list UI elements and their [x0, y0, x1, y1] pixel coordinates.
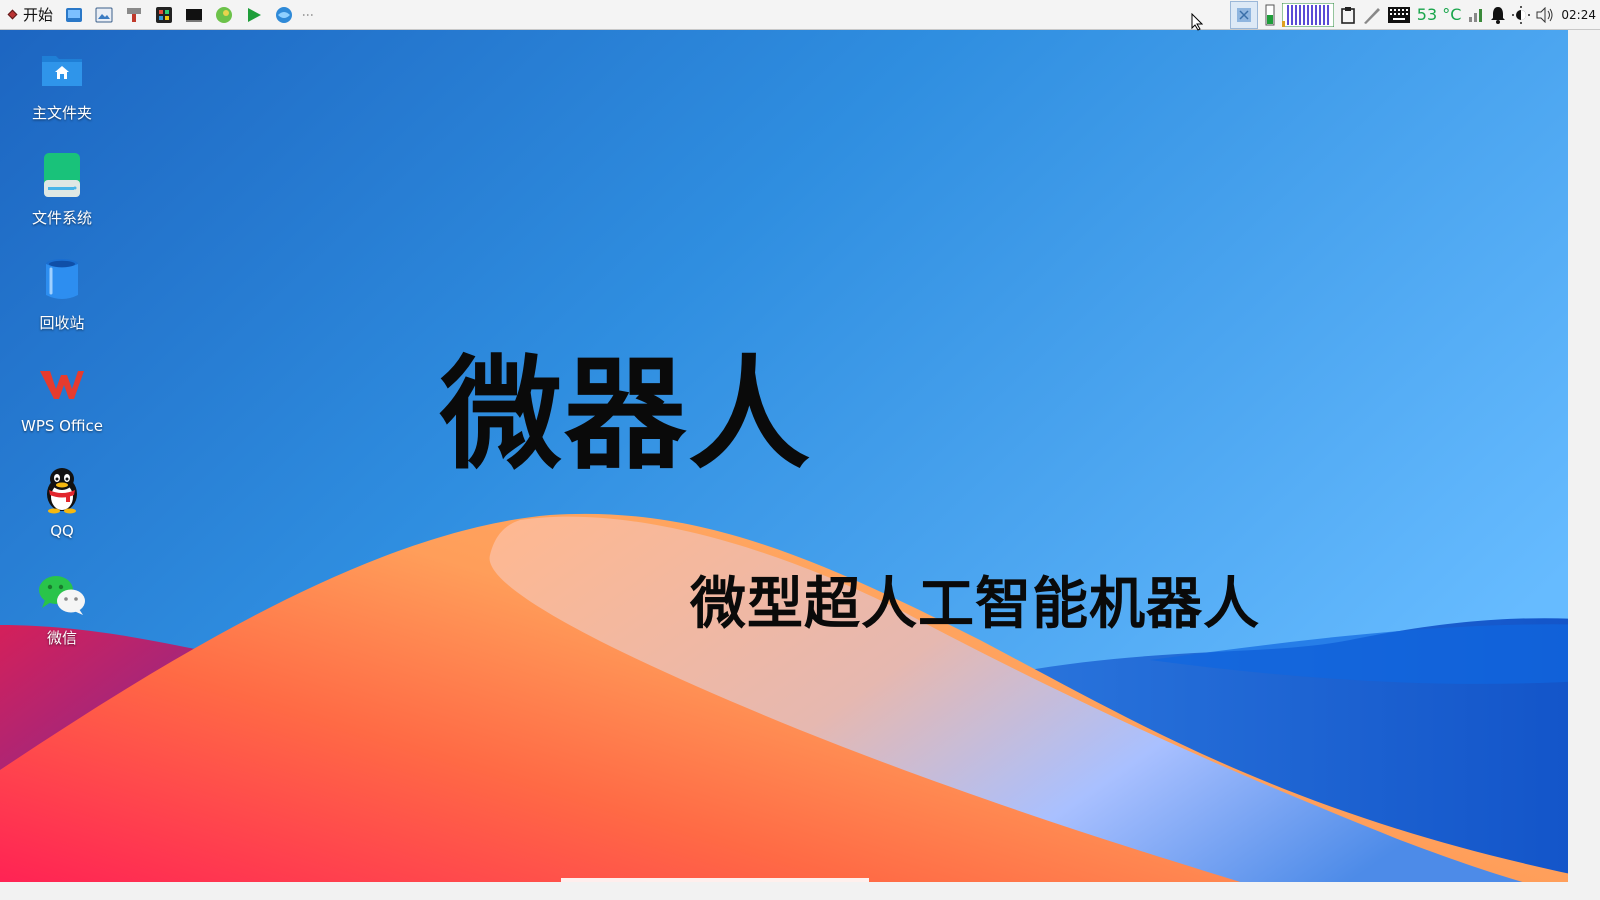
start-label: 开始: [23, 6, 54, 24]
cpu-graph-icon[interactable]: [1281, 0, 1334, 30]
show-desktop-icon[interactable]: [1229, 0, 1258, 29]
play-icon[interactable]: [243, 4, 265, 26]
volume-icon[interactable]: [1536, 0, 1554, 30]
trash-icon: [36, 254, 88, 306]
clipboard-icon[interactable]: [1340, 0, 1356, 30]
screen-border-bottom: [0, 882, 1600, 900]
wallpaper-subtitle: 微型超人工智能机器人: [690, 572, 1260, 637]
start-button[interactable]: 开始: [4, 0, 59, 30]
desktop-icon-label: 文件系统: [31, 209, 92, 227]
desktop-icon-label: 微信: [46, 629, 77, 647]
battery-icon[interactable]: [1264, 0, 1276, 30]
desktop-icon-label: 回收站: [39, 314, 85, 332]
network-icon[interactable]: [1468, 0, 1484, 30]
screen-border-right: [1568, 30, 1600, 900]
system-tray: 53 °C 02:24: [1227, 0, 1600, 30]
cpu-temperature[interactable]: 53 °C: [1417, 5, 1462, 24]
notification-bell-icon[interactable]: [1490, 0, 1506, 30]
brightness-icon[interactable]: [1512, 0, 1531, 30]
file-manager-icon[interactable]: [63, 4, 85, 26]
image-viewer-icon[interactable]: [93, 4, 115, 26]
clock[interactable]: 02:24: [1561, 8, 1596, 22]
taskbar: 开始 ⋮ 53 °C 02:24: [0, 0, 1600, 30]
keyboard-icon[interactable]: [1387, 0, 1410, 30]
globe-green-icon[interactable]: [213, 4, 235, 26]
start-menu-icon: [7, 9, 18, 20]
desktop-icon-home-folder[interactable]: 主文件夹: [8, 44, 116, 144]
wechat-icon: [36, 569, 88, 621]
overflow-dots-icon[interactable]: ⋮: [301, 9, 315, 20]
taskbar-left: 开始 ⋮: [0, 0, 315, 30]
desktop-icon-wechat[interactable]: 微信: [8, 569, 116, 669]
pen-icon[interactable]: [1362, 0, 1382, 30]
desktop-icon-label: 主文件夹: [31, 104, 92, 122]
qq-icon: [36, 464, 88, 516]
desktop-icon-trash[interactable]: 回收站: [8, 254, 116, 354]
home-folder-icon: [36, 44, 88, 96]
desktop-icon-label: QQ: [50, 522, 74, 540]
desktop-icon-qq[interactable]: QQ: [8, 464, 116, 564]
desktop-icon-label: WPS Office: [21, 417, 103, 435]
color-picker-icon[interactable]: [153, 4, 175, 26]
browser-icon[interactable]: [273, 4, 295, 26]
wps-icon: [36, 359, 88, 411]
mouse-cursor-icon: [1191, 12, 1204, 35]
wallpaper-title: 微器人: [440, 344, 812, 486]
drive-icon: [36, 149, 88, 201]
paint-brush-icon[interactable]: [123, 4, 145, 26]
terminal-icon[interactable]: [183, 4, 205, 26]
desktop-icon-file-system[interactable]: 文件系统: [8, 149, 116, 249]
scroll-indicator: [561, 878, 869, 882]
desktop-icon-wps-office[interactable]: WPS Office: [8, 359, 116, 459]
